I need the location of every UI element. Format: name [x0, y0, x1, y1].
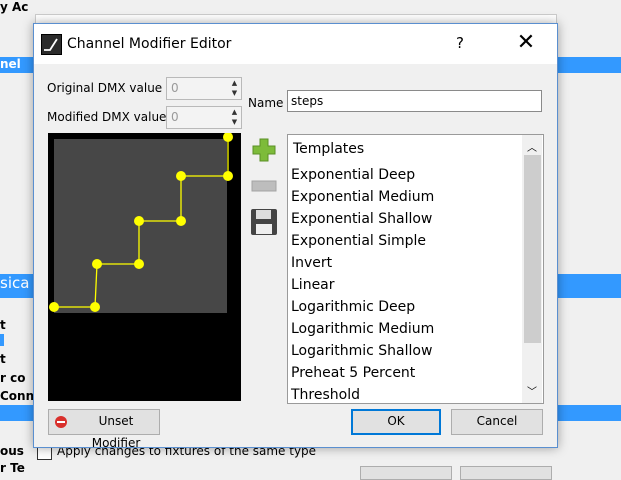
background-item-2: t	[0, 352, 6, 366]
app-icon	[41, 34, 62, 55]
plus-icon	[252, 138, 276, 162]
curve-handle[interactable]	[49, 302, 59, 312]
template-item[interactable]: Exponential Simple	[291, 233, 426, 249]
background-item-3: r co	[0, 371, 26, 385]
background-item-1: t	[0, 318, 6, 332]
modified-dmx-label: Modified DMX value	[47, 110, 167, 124]
templates-list[interactable]: Templates Exponential Deep Exponential M…	[287, 134, 544, 404]
save-template-button[interactable]	[250, 208, 278, 236]
curve-handle[interactable]	[134, 216, 144, 226]
curve-handle[interactable]	[223, 171, 233, 181]
spin-up-icon[interactable]: ▲	[228, 78, 241, 88]
background-bottom-1: ous	[0, 444, 24, 458]
add-point-button[interactable]	[250, 136, 278, 164]
original-dmx-label: Original DMX value	[47, 81, 163, 95]
template-item[interactable]: Preheat 5 Percent	[291, 365, 415, 381]
background-button-1[interactable]	[360, 466, 452, 480]
template-item[interactable]: Exponential Deep	[291, 167, 415, 183]
help-button[interactable]: ?	[456, 34, 464, 52]
template-item[interactable]: Invert	[291, 255, 332, 271]
templates-header: Templates	[293, 141, 365, 157]
background-physical-row-right	[556, 274, 621, 298]
curve-handle[interactable]	[176, 216, 186, 226]
template-item[interactable]: Threshold	[291, 387, 360, 403]
curve-handle[interactable]	[134, 259, 144, 269]
template-item[interactable]: Logarithmic Medium	[291, 321, 434, 337]
curve-svg	[49, 132, 233, 313]
scrollbar-thumb[interactable]	[524, 155, 541, 343]
curve-handle[interactable]	[176, 171, 186, 181]
minus-icon	[251, 180, 277, 192]
curve-editor-canvas[interactable]	[48, 132, 241, 401]
background-bottom-2: r Te	[0, 461, 25, 475]
title-bar: Channel Modifier Editor ? ✕	[34, 24, 557, 64]
template-item[interactable]: Logarithmic Deep	[291, 299, 415, 315]
ok-button[interactable]: OK	[351, 409, 441, 435]
template-item[interactable]: Linear	[291, 277, 335, 293]
close-button[interactable]: ✕	[512, 30, 540, 58]
spin-down-icon[interactable]: ▼	[228, 88, 241, 98]
name-input[interactable]: steps	[287, 90, 542, 112]
floppy-disk-icon	[251, 209, 277, 235]
modified-dmx-spinbox[interactable]: 0 ▲ ▼	[166, 106, 242, 129]
spin-up-icon[interactable]: ▲	[228, 107, 241, 117]
unset-modifier-label: Unset Modifier	[91, 414, 141, 450]
unset-modifier-button[interactable]: Unset Modifier	[48, 409, 160, 450]
name-label: Name	[248, 96, 284, 110]
spin-down-icon[interactable]: ▼	[228, 117, 241, 127]
background-button-2[interactable]	[460, 466, 552, 480]
background-label-top: y Ac	[0, 0, 29, 14]
background-marker	[0, 334, 4, 346]
modified-dmx-value: 0	[171, 110, 179, 124]
background-physical-row: sica	[0, 274, 35, 298]
background-blue-row-3	[0, 405, 35, 421]
scroll-up-icon[interactable]: ︿	[527, 139, 537, 154]
cancel-button[interactable]: Cancel	[451, 409, 543, 435]
background-row-text: nel	[0, 57, 21, 71]
template-item[interactable]: Logarithmic Shallow	[291, 343, 432, 359]
curve-handle[interactable]	[92, 259, 102, 269]
channel-modifier-dialog: Channel Modifier Editor ? ✕ Original DMX…	[33, 23, 558, 450]
background-physical-text: sica	[0, 274, 30, 292]
background-blue-row-3-right	[556, 405, 621, 421]
template-item[interactable]: Exponential Shallow	[291, 211, 432, 227]
scroll-down-icon[interactable]: ﹀	[527, 383, 537, 398]
app-icon-graphic	[44, 38, 58, 51]
curve-area	[54, 139, 227, 313]
name-input-value: steps	[291, 94, 324, 108]
original-dmx-value: 0	[171, 81, 179, 95]
background-selected-row: nel	[0, 57, 35, 73]
template-item[interactable]: Exponential Medium	[291, 189, 434, 205]
dialog-title: Channel Modifier Editor	[67, 36, 232, 52]
remove-point-button[interactable]	[250, 172, 278, 200]
no-entry-icon	[55, 416, 67, 428]
curve-handle[interactable]	[90, 302, 100, 312]
templates-scrollbar[interactable]: ︿ ﹀	[522, 135, 542, 403]
background-item-4: Conn	[0, 389, 35, 403]
background-selected-row-right	[556, 57, 621, 73]
original-dmx-spinbox[interactable]: 0 ▲ ▼	[166, 77, 242, 100]
